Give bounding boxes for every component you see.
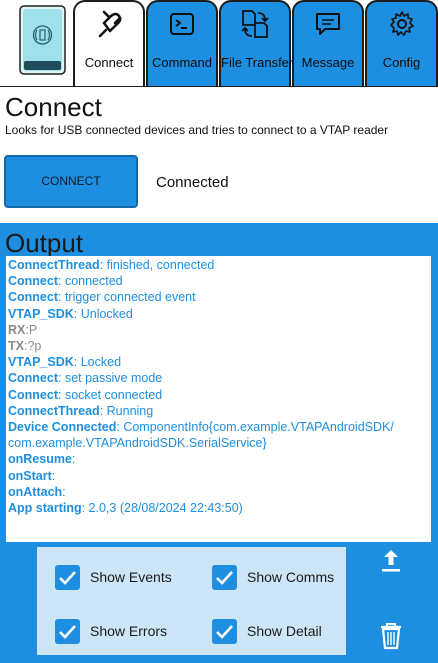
log-text: :	[71, 452, 76, 467]
log-text: : connected	[58, 274, 123, 289]
tab-file-transfer[interactable]: File Transfer	[219, 0, 294, 87]
log-text: com.example.VTAPAndroidSDK.SerialService…	[8, 436, 267, 451]
log-line: com.example.VTAPAndroidSDK.SerialService…	[8, 435, 429, 451]
plug-icon	[98, 10, 122, 38]
log-key: onStart	[8, 468, 52, 483]
log-text: :	[62, 484, 66, 499]
check-icon	[59, 571, 76, 585]
tab-label: Command	[152, 55, 212, 70]
checkbox-label: Show Comms	[247, 569, 335, 585]
log-text: : Unlocked	[73, 306, 133, 321]
log-line: Device Connected: ComponentInfo{com.exam…	[8, 419, 429, 435]
log-line: onResume:	[8, 451, 429, 467]
log-key: VTAP_SDK	[8, 355, 74, 370]
log-line: VTAP_SDK: Unlocked	[8, 306, 429, 322]
log-key: onAttach	[8, 484, 63, 499]
log-text: : Locked	[73, 355, 122, 370]
log-key: ConnectThread	[8, 258, 100, 272]
output-log[interactable]: ConnectThread: finished, connected Conne…	[6, 256, 431, 542]
log-key: Connect	[8, 274, 58, 289]
log-key: Connect	[8, 387, 58, 402]
checkbox-checked[interactable]	[212, 619, 237, 644]
tab-bar-divider	[0, 86, 438, 87]
checkbox-checked[interactable]	[212, 565, 237, 590]
log-text: : Running	[99, 403, 154, 418]
log-text: : ComponentInfo{com.example.VTAPAndroidS…	[116, 420, 394, 435]
check-icon	[59, 625, 76, 639]
log-line: ConnectThread: finished, connected	[8, 257, 429, 273]
check-icon	[216, 571, 233, 585]
log-key: VTAP_SDK	[8, 306, 74, 321]
log-line: onAttach:	[8, 484, 429, 500]
tab-label: File Transfer	[221, 55, 294, 70]
checkbox-label: Show Errors	[90, 623, 168, 639]
log-line: ConnectThread: Running	[8, 403, 429, 419]
log-key: TX	[8, 339, 24, 354]
log-text: :?p	[23, 339, 42, 354]
tab-label: Config	[382, 55, 421, 70]
file-transfer-icon	[241, 10, 269, 38]
output-filter-options: Show Events Show Comms Show Errors Show …	[37, 547, 346, 655]
log-key: Device Connected	[8, 420, 117, 435]
log-key: Connect	[8, 290, 58, 305]
tab-bar: Connect Command File Transfer Message Co…	[0, 0, 438, 87]
checkbox-checked[interactable]	[55, 565, 80, 590]
check-icon	[216, 625, 233, 639]
upload-icon[interactable]	[380, 548, 402, 574]
log-text: :	[51, 468, 56, 483]
tab-label: Message	[301, 55, 355, 70]
log-key: Connect	[8, 371, 58, 386]
connect-button[interactable]: CONNECT	[4, 155, 138, 208]
vtap-reader-logo	[19, 5, 66, 75]
log-key: RX	[8, 322, 26, 337]
log-key: ConnectThread	[8, 403, 100, 418]
log-key: App starting	[8, 501, 82, 516]
log-line: App starting: 2.0,3 (28/08/2024 22:43:50…	[8, 500, 429, 516]
connection-status: Connected	[156, 174, 229, 191]
log-key: onResume	[8, 452, 72, 467]
log-text: : set passive mode	[58, 371, 163, 386]
log-text: : 2.0,3 (28/08/2024 22:43:50)	[81, 501, 243, 516]
log-line: RX:P	[8, 322, 429, 338]
output-title: Output	[5, 228, 84, 258]
log-line: onStart:	[8, 468, 429, 484]
checkbox-checked[interactable]	[55, 619, 80, 644]
log-line: Connect: trigger connected event	[8, 289, 429, 305]
checkbox-label: Show Detail	[247, 623, 322, 639]
log-text: :P	[25, 322, 38, 337]
chat-icon	[316, 13, 340, 35]
tab-command[interactable]: Command	[146, 0, 218, 87]
log-line: Connect: connected	[8, 273, 429, 289]
log-text: : trigger connected event	[58, 290, 196, 305]
log-line: TX:?p	[8, 338, 429, 354]
checkbox-label: Show Events	[90, 569, 172, 585]
tab-config[interactable]: Config	[365, 0, 438, 87]
page-title: Connect	[5, 92, 102, 122]
log-text: : finished, connected	[99, 258, 215, 272]
gear-icon	[389, 11, 414, 36]
log-line: Connect: set passive mode	[8, 370, 429, 386]
terminal-icon	[170, 13, 194, 35]
tab-label: Connect	[84, 55, 134, 70]
tab-message[interactable]: Message	[292, 0, 364, 87]
page-description: Looks for USB connected devices and trie…	[5, 123, 389, 137]
log-line: VTAP_SDK: Locked	[8, 354, 429, 370]
log-text: : socket connected	[58, 387, 163, 402]
tab-connect[interactable]: Connect	[73, 0, 145, 87]
trash-icon[interactable]	[379, 622, 403, 650]
log-line: Connect: socket connected	[8, 387, 429, 403]
